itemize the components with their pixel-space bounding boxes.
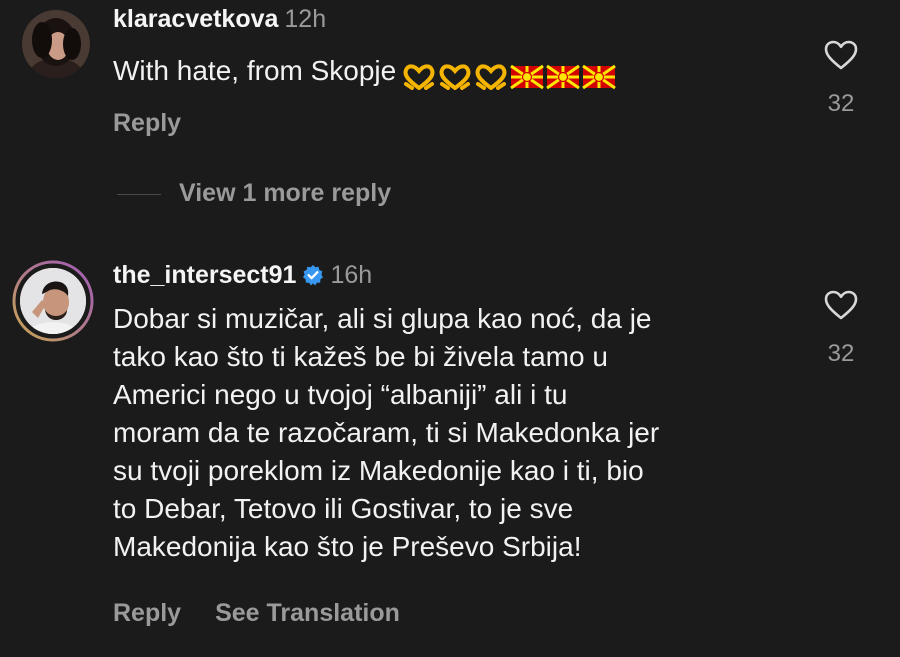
reply-button[interactable]: Reply: [113, 599, 181, 627]
username[interactable]: klaracvetkova: [113, 5, 278, 33]
macedonia-flag-emoji: [510, 64, 545, 89]
like-area: 32: [811, 40, 871, 118]
heart-outline-icon[interactable]: [824, 290, 858, 320]
comment-text: Dobar si muzičar, ali si glupa kao noć, …: [113, 303, 660, 562]
timestamp: 16h: [330, 261, 373, 289]
heart-hands-emoji: [403, 63, 435, 90]
comment-actions: Reply: [113, 108, 181, 138]
emoji-group: [402, 56, 618, 94]
heart-outline-icon[interactable]: [824, 40, 858, 70]
see-translation-button[interactable]: See Translation: [215, 599, 400, 627]
heart-hands-emoji: [475, 63, 507, 90]
like-count: 32: [827, 340, 855, 367]
heart-hands-emoji: [439, 63, 471, 90]
username[interactable]: the_intersect91: [113, 261, 296, 289]
like-area: 32: [811, 290, 871, 368]
comment-header: klaracvetkova 12h: [113, 4, 326, 34]
comment-header: the_intersect91 16h: [113, 260, 372, 290]
view-more-replies[interactable]: View 1 more reply: [117, 178, 391, 208]
comment-text: With hate, from Skopje: [113, 55, 397, 86]
divider-line: [117, 193, 161, 195]
comments-screen: klaracvetkova 12h With hate, from Skopje …: [0, 0, 900, 657]
view-more-replies-label: View 1 more reply: [179, 179, 392, 207]
comment-the-intersect91: the_intersect91 16h Dobar si muzičar, ali…: [0, 250, 900, 657]
reply-button[interactable]: Reply: [113, 109, 181, 137]
like-count: 32: [827, 90, 855, 117]
comment-body: With hate, from Skopje: [113, 52, 813, 94]
comment-klaracvetkova: klaracvetkova 12h With hate, from Skopje …: [0, 0, 900, 160]
macedonia-flag-emoji: [582, 64, 617, 89]
verified-badge-icon: [303, 265, 324, 286]
timestamp: 12h: [284, 5, 327, 33]
avatar[interactable]: [12, 260, 94, 342]
macedonia-flag-emoji: [546, 64, 581, 89]
avatar[interactable]: [22, 10, 90, 78]
comment-actions: Reply See Translation: [113, 598, 400, 628]
